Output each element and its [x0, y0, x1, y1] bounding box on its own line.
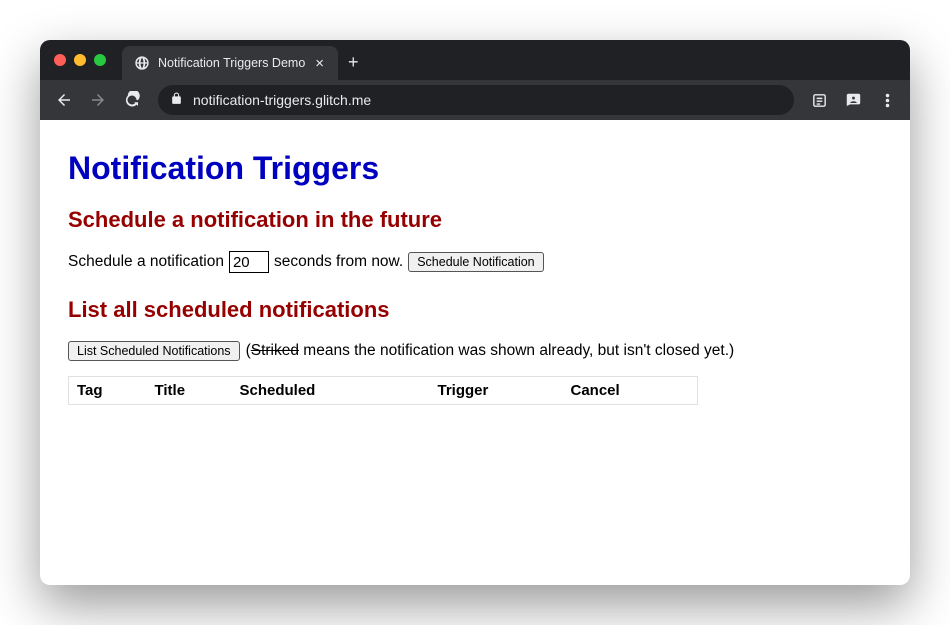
striked-word: Striked — [251, 342, 299, 359]
address-bar[interactable]: notification-triggers.glitch.me — [158, 85, 794, 115]
seconds-input[interactable] — [229, 251, 269, 273]
window-controls — [48, 54, 114, 66]
list-heading: List all scheduled notifications — [68, 297, 882, 323]
tab-close-button[interactable]: × — [313, 54, 326, 73]
schedule-button[interactable]: Schedule Notification — [408, 252, 543, 272]
reload-button[interactable] — [118, 86, 146, 114]
col-cancel: Cancel — [563, 377, 698, 405]
list-note: (Striked means the notification was show… — [246, 342, 735, 360]
notifications-table: Tag Title Scheduled Trigger Cancel — [68, 376, 698, 405]
window-close-button[interactable] — [54, 54, 66, 66]
browser-toolbar: notification-triggers.glitch.me — [40, 80, 910, 120]
tab-bar: Notification Triggers Demo × + — [40, 40, 910, 80]
table-header-row: Tag Title Scheduled Trigger Cancel — [69, 377, 698, 405]
tab-title: Notification Triggers Demo — [158, 56, 305, 70]
col-title: Title — [147, 377, 232, 405]
reader-mode-icon[interactable] — [806, 87, 832, 113]
list-button[interactable]: List Scheduled Notifications — [68, 341, 240, 361]
toolbar-right — [806, 87, 900, 113]
page-content: Notification Triggers Schedule a notific… — [40, 120, 910, 459]
schedule-form: Schedule a notification seconds from now… — [68, 251, 882, 273]
browser-window: Notification Triggers Demo × + notificat… — [40, 40, 910, 585]
list-controls: List Scheduled Notifications (Striked me… — [68, 341, 882, 361]
globe-icon — [134, 55, 150, 71]
forward-button[interactable] — [84, 86, 112, 114]
schedule-section: Schedule a notification in the future Sc… — [68, 207, 882, 273]
account-icon[interactable] — [840, 87, 866, 113]
lock-icon — [170, 92, 183, 108]
schedule-heading: Schedule a notification in the future — [68, 207, 882, 233]
schedule-text-after: seconds from now. — [274, 253, 403, 271]
list-section: List all scheduled notifications List Sc… — [68, 297, 882, 405]
page-title: Notification Triggers — [68, 150, 882, 187]
window-maximize-button[interactable] — [94, 54, 106, 66]
col-tag: Tag — [69, 377, 147, 405]
browser-tab[interactable]: Notification Triggers Demo × — [122, 46, 338, 80]
col-scheduled: Scheduled — [232, 377, 430, 405]
schedule-text-before: Schedule a notification — [68, 253, 224, 271]
menu-icon[interactable] — [874, 87, 900, 113]
back-button[interactable] — [50, 86, 78, 114]
new-tab-button[interactable]: + — [338, 52, 369, 73]
url-text: notification-triggers.glitch.me — [193, 92, 782, 108]
window-minimize-button[interactable] — [74, 54, 86, 66]
col-trigger: Trigger — [430, 377, 563, 405]
